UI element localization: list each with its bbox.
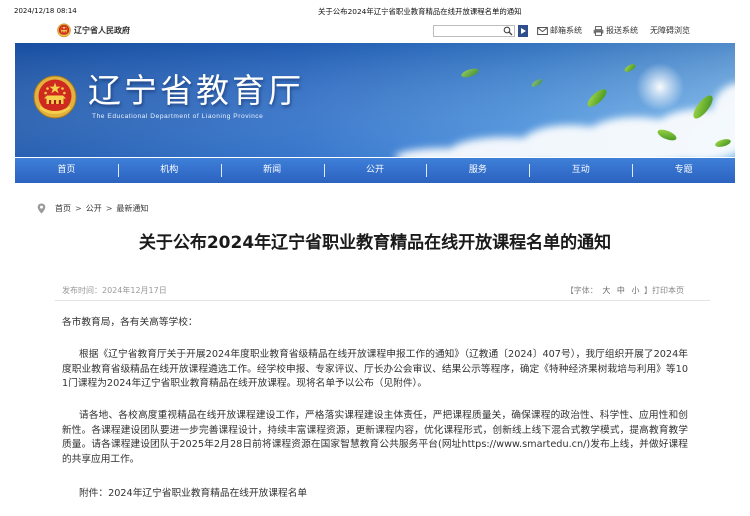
attachment-line: 附件：2024年辽宁省职业教育精品在线开放课程名单 bbox=[62, 487, 688, 502]
print-timestamp: 2024/12/18 08:14 bbox=[14, 7, 77, 15]
site-banner: 辽宁省教育厅 The Educational Department of Lia… bbox=[15, 43, 735, 157]
nav-item-interaction[interactable]: 互动 bbox=[529, 158, 632, 183]
search-box bbox=[433, 25, 515, 37]
font-size-label: 【字体： bbox=[565, 286, 598, 295]
nav-item-home[interactable]: 首页 bbox=[15, 158, 118, 183]
site-subtitle: The Educational Department of Liaoning P… bbox=[92, 113, 264, 120]
article-salutation: 各市教育局，各有关高等学校： bbox=[62, 317, 198, 328]
publish-date: 2024年12月17日 bbox=[102, 286, 167, 295]
breadcrumb-public[interactable]: 公开 bbox=[86, 203, 102, 214]
breadcrumb: 首页 > 公开 > 最新通知 bbox=[37, 202, 148, 214]
site-title: 辽宁省教育厅 bbox=[88, 71, 304, 110]
article-title: 关于公布2024年辽宁省职业教育精品在线开放课程名单的通知 bbox=[138, 233, 612, 253]
article-tools: 【字体： 大 中 小 】打印本页 bbox=[566, 285, 684, 297]
search-go-button[interactable] bbox=[518, 25, 528, 37]
sun-glow bbox=[636, 63, 684, 111]
attachment-label: 附件： bbox=[79, 488, 109, 499]
nav-item-services[interactable]: 服务 bbox=[426, 158, 529, 183]
report-system-link[interactable]: 报送系统 bbox=[606, 25, 638, 37]
breadcrumb-home[interactable]: 首页 bbox=[55, 203, 71, 214]
publish-info: 发布时间：2024年12月17日 bbox=[62, 285, 167, 297]
publish-label: 发布时间： bbox=[62, 286, 102, 295]
main-nav: 首页 机构 新闻 公开 服务 互动 专题 bbox=[15, 158, 735, 183]
nav-item-organization[interactable]: 机构 bbox=[117, 158, 221, 183]
font-size-medium[interactable]: 中 bbox=[617, 286, 625, 295]
attachment-link[interactable]: 2024年辽宁省职业教育精品在线开放课程名单 bbox=[108, 488, 307, 499]
breadcrumb-latest-notices[interactable]: 最新通知 bbox=[116, 203, 148, 214]
nav-item-news[interactable]: 新闻 bbox=[220, 158, 324, 183]
font-size-large[interactable]: 大 bbox=[602, 286, 610, 295]
article-paragraph: 根据《辽宁省教育厅关于开展2024年度职业教育省级精品在线开放课程申报工作的通知… bbox=[62, 349, 688, 390]
breadcrumb-separator: > bbox=[75, 203, 82, 213]
provincial-government-link[interactable]: 辽宁省人民政府 bbox=[74, 25, 130, 37]
divider bbox=[55, 300, 710, 301]
search-input[interactable] bbox=[434, 26, 504, 36]
nav-item-public[interactable]: 公开 bbox=[323, 158, 427, 183]
print-page-title: 关于公布2024年辽宁省职业教育精品在线开放课程名单的通知 bbox=[318, 7, 522, 16]
nav-item-topics[interactable]: 专题 bbox=[632, 158, 735, 183]
national-emblem-icon bbox=[33, 75, 77, 119]
font-size-end: 】 bbox=[644, 286, 652, 295]
font-size-small[interactable]: 小 bbox=[631, 286, 639, 295]
mail-icon bbox=[537, 27, 548, 35]
printer-icon bbox=[593, 26, 604, 36]
arrow-right-icon bbox=[521, 28, 526, 34]
search-icon[interactable] bbox=[503, 26, 513, 36]
top-utility-bar: 辽宁省人民政府 邮箱系统 报送系统 无障碍浏览 bbox=[15, 20, 735, 42]
breadcrumb-separator: > bbox=[105, 203, 113, 213]
print-page-link[interactable]: 打印本页 bbox=[652, 286, 684, 295]
national-emblem-icon[interactable] bbox=[57, 23, 71, 38]
mail-system-link[interactable]: 邮箱系统 bbox=[550, 25, 582, 37]
location-pin-icon bbox=[37, 203, 46, 213]
article-paragraph: 请各地、各校高度重视精品在线开放课程建设工作，严格落实课程建设主体责任，严把课程… bbox=[62, 410, 688, 466]
accessibility-link[interactable]: 无障碍浏览 bbox=[650, 25, 690, 37]
